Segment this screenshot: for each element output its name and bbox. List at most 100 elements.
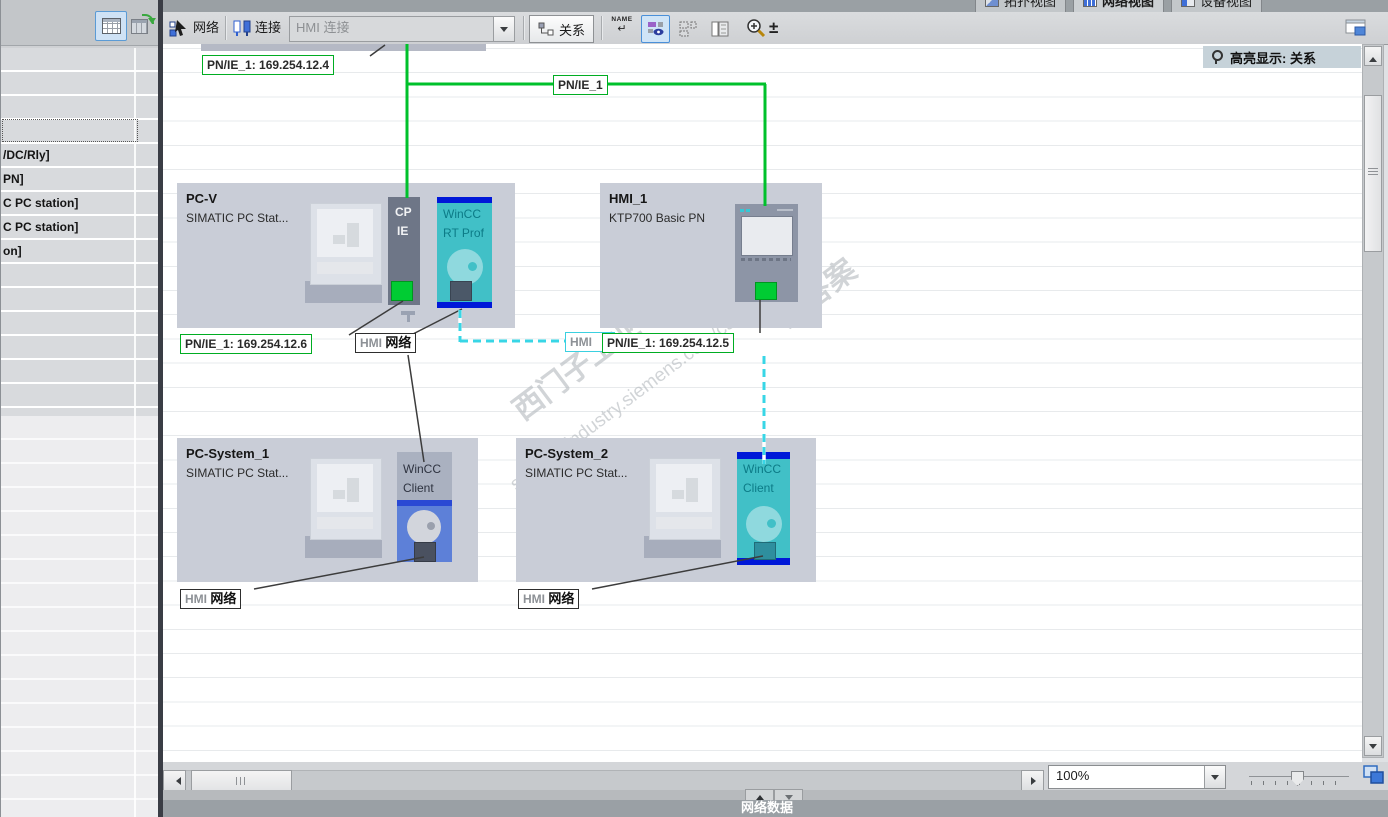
software-disc-icon — [746, 506, 782, 542]
device-cutoff-top[interactable] — [201, 44, 486, 51]
table-row[interactable]: C PC station] — [3, 216, 78, 238]
tia-portal-network-view: { "window": { "highlight_banner": "高亮显示:… — [0, 0, 1388, 817]
connections-mode-label[interactable]: 连接 — [255, 12, 281, 44]
device-pcs1[interactable]: PC-System_1 SIMATIC PC Stat... WinCC Cli… — [177, 438, 478, 582]
toolbar-separator — [601, 16, 603, 40]
module-label: CP — [395, 205, 412, 219]
ethernet-port-green[interactable] — [755, 282, 777, 300]
module-wincc-client[interactable]: WinCC Client — [397, 452, 452, 562]
tab-label: 拓扑视图 — [1004, 0, 1057, 9]
software-port[interactable] — [450, 281, 472, 301]
table-row[interactable]: PN] — [3, 168, 24, 190]
tab-label: 设备视图 — [1200, 0, 1253, 9]
zoom-step-icon[interactable]: ± — [769, 16, 778, 40]
scroll-left-button[interactable] — [163, 770, 186, 792]
device-hmi1[interactable]: HMI_1 KTP700 Basic PN — [600, 183, 822, 328]
subnet-address-label[interactable]: PN/IE_1: 169.254.12.5 — [602, 333, 735, 353]
highlight-relations-banner[interactable]: 高亮显示: 关系 — [1203, 46, 1361, 68]
toolbar-separator — [523, 16, 525, 40]
horizontal-scrollbar[interactable] — [163, 770, 1044, 792]
chevron-left-icon — [172, 777, 181, 785]
network-toolbar: 网络 连接 HMI 连接 关系 NAME ↵ ± — [163, 12, 1388, 45]
module-label: WinCC — [443, 207, 481, 221]
combobox-dropdown-button[interactable] — [493, 17, 514, 41]
scroll-up-button[interactable] — [1364, 46, 1382, 66]
software-port[interactable] — [754, 542, 776, 560]
network-mode-icon[interactable] — [169, 18, 189, 38]
software-disc-icon — [407, 510, 441, 544]
subnet-address-label[interactable]: PN/IE_1: 169.254.12.4 — [202, 55, 335, 75]
module-wincc-client-selected[interactable]: WinCC Client — [737, 452, 790, 565]
zoom-dropdown-button[interactable] — [1204, 766, 1225, 788]
selection-bar — [437, 197, 492, 203]
relations-button[interactable]: 关系 — [529, 15, 595, 43]
label-prefix: HMI — [185, 592, 207, 606]
vertical-scrollbar[interactable] — [1362, 44, 1384, 758]
module-wincc-rt-prof[interactable]: WinCC RT Prof — [437, 197, 492, 308]
relations-label: 关系 — [559, 22, 586, 38]
canvas-status-row: 100% — [163, 762, 1388, 792]
module-accent-bar — [397, 500, 452, 506]
left-overview-panel: /DC/Rly] PN] C PC station] C PC station]… — [0, 0, 159, 817]
chevron-right-icon — [1030, 777, 1040, 785]
software-disc-icon — [447, 249, 483, 285]
grid-icon — [679, 21, 696, 37]
hmi-network-label[interactable]: HMI 网络 — [180, 589, 242, 609]
zoom-level-combobox[interactable]: 100% — [1048, 765, 1226, 789]
label-suffix: 网络 — [210, 591, 237, 606]
device-pcv[interactable]: PC-V SIMATIC PC Stat... CP IE WinCC RT P… — [177, 183, 515, 328]
tab-network-view[interactable]: 网络视图 — [1073, 0, 1165, 12]
page-breaks-icon — [711, 21, 728, 37]
pin-icon — [1212, 49, 1223, 64]
network-canvas[interactable]: 西门子工业 support.industry.siemens.com/cs 找答… — [163, 44, 1362, 762]
ethernet-port-green[interactable] — [391, 281, 413, 301]
pc-station-image — [305, 203, 385, 305]
show-colored-relations-button[interactable] — [641, 15, 670, 43]
table-row[interactable]: C PC station] — [3, 192, 78, 214]
network-view-icon — [1083, 0, 1098, 7]
module-label: WinCC — [403, 462, 441, 476]
connection-type-combobox[interactable]: HMI 连接 — [289, 16, 515, 42]
vertical-scroll-thumb[interactable] — [1364, 95, 1382, 252]
module-label: Client — [403, 481, 434, 495]
show-station-names-button[interactable]: NAME ↵ — [607, 16, 637, 40]
hmi-network-label[interactable]: HMI 网络 — [355, 333, 417, 353]
fit-to-view-button[interactable] — [1362, 763, 1386, 787]
export-table-button[interactable] — [130, 13, 156, 38]
network-mode-label[interactable]: 网络 — [193, 12, 219, 44]
chevron-up-icon — [1369, 53, 1377, 62]
zoom-slider[interactable] — [1249, 770, 1349, 786]
hmi-network-label[interactable]: HMI 网络 — [518, 589, 580, 609]
connections-mode-icon[interactable] — [232, 18, 252, 38]
return-arrow-icon: ↵ — [617, 23, 627, 35]
antenna-icon — [401, 311, 415, 322]
tab-device-view[interactable]: 设备视图 — [1171, 0, 1263, 12]
table-row[interactable]: /DC/Rly] — [3, 144, 50, 166]
tab-label: 网络视图 — [1102, 0, 1155, 9]
scroll-right-button[interactable] — [1021, 770, 1044, 792]
show-page-breaks-button[interactable] — [705, 15, 734, 43]
selected-row-outline[interactable] — [2, 119, 138, 142]
table-row[interactable]: on] — [3, 240, 22, 262]
device-pcs2[interactable]: PC-System_2 SIMATIC PC Stat... WinCC Cli… — [516, 438, 816, 582]
scroll-down-button[interactable] — [1364, 736, 1382, 756]
relations-icon — [538, 22, 554, 36]
subnet-address-label[interactable]: PN/IE_1: 169.254.12.6 — [180, 334, 313, 354]
subnet-name-label[interactable]: PN/IE_1 — [553, 75, 608, 95]
tab-topology-view[interactable]: 拓扑视图 — [975, 0, 1067, 12]
pc-station-image — [305, 458, 385, 560]
software-port[interactable] — [414, 542, 436, 562]
zoom-in-icon[interactable] — [745, 17, 767, 39]
bottom-tab-bar: 网络数据 — [163, 800, 1388, 817]
show-grid-button[interactable] — [673, 15, 702, 43]
device-type: KTP700 Basic PN — [609, 211, 706, 225]
horizontal-scroll-thumb[interactable] — [191, 770, 292, 792]
save-window-settings-icon[interactable] — [1345, 19, 1366, 36]
module-label: RT Prof — [443, 226, 484, 240]
table-view-button[interactable] — [95, 11, 127, 41]
device-name: PC-V — [186, 191, 218, 206]
network-data-tab[interactable]: 网络数据 — [741, 800, 793, 817]
device-type: SIMATIC PC Stat... — [186, 211, 289, 225]
colored-relations-icon — [647, 22, 663, 36]
module-cp-ie[interactable]: CP IE — [388, 197, 420, 305]
